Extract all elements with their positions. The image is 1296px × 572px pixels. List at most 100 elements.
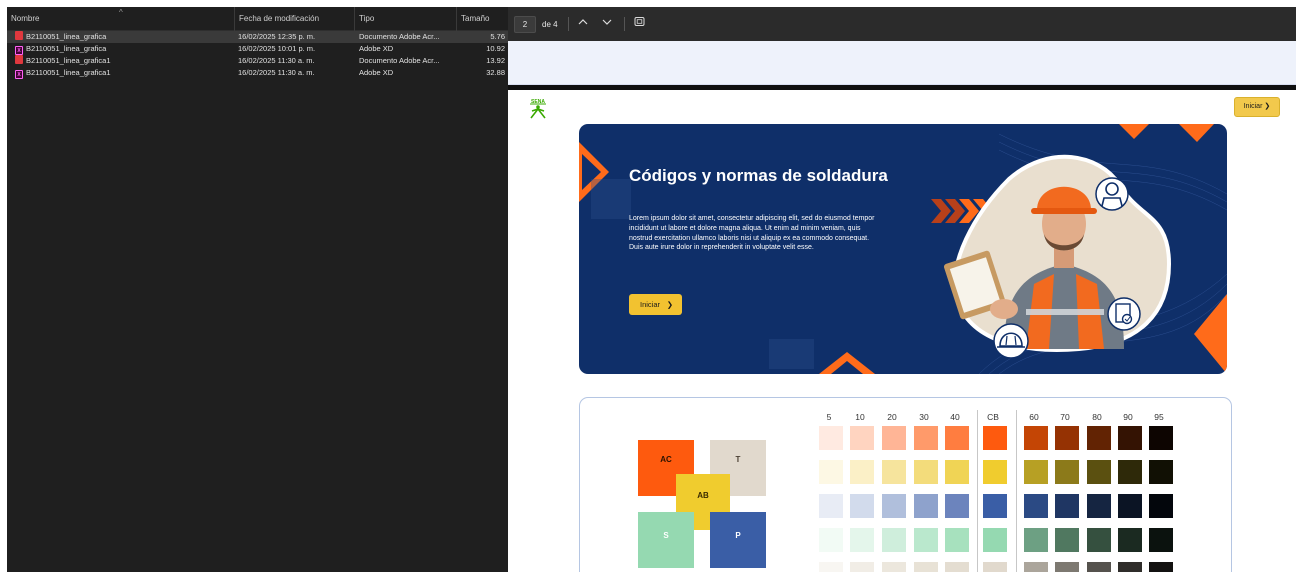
shade-header: 20 <box>887 412 897 422</box>
shade-header: 95 <box>1154 412 1164 422</box>
column-size[interactable]: Tamaño <box>457 7 508 31</box>
certificate-bubble-icon <box>1107 297 1141 331</box>
palette-divider <box>1016 410 1017 572</box>
chevron-right-icon: ❯ <box>1264 103 1271 110</box>
file-type: Documento Adobe Acr... <box>359 32 440 41</box>
previous-page-area <box>508 41 1296 85</box>
color-swatch <box>882 494 906 518</box>
color-swatch <box>983 494 1007 518</box>
file-name: B2110051_linea_grafica1 <box>26 68 111 77</box>
file-name: B2110051_linea_grafica <box>26 44 107 53</box>
xd-icon: X <box>15 70 23 79</box>
color-swatch <box>1087 426 1111 450</box>
color-swatch <box>1087 562 1111 572</box>
shade-header: CB <box>987 412 999 422</box>
file-size: 5.76 <box>490 32 505 41</box>
xd-icon: X <box>15 46 23 55</box>
color-swatch <box>945 528 969 552</box>
file-size: 10.92 <box>486 44 505 53</box>
shade-header: 40 <box>950 412 960 422</box>
color-swatch <box>1024 494 1048 518</box>
color-swatch <box>1149 562 1173 572</box>
sena-logo: SENA <box>530 99 546 119</box>
color-swatch <box>914 562 938 572</box>
color-swatch <box>1087 460 1111 484</box>
page-number-input[interactable]: 2 <box>514 16 536 33</box>
shade-header: 80 <box>1092 412 1102 422</box>
shade-header: 5 <box>826 412 832 422</box>
color-swatch <box>1087 528 1111 552</box>
color-swatch <box>819 426 843 450</box>
color-swatch <box>819 460 843 484</box>
hero-description: Lorem ipsum dolor sit amet, consectetur … <box>629 215 875 252</box>
file-type: Documento Adobe Acr... <box>359 56 440 65</box>
color-swatch <box>850 426 874 450</box>
sort-up-icon: ^ <box>119 8 123 17</box>
shade-header: 70 <box>1060 412 1070 422</box>
color-swatch <box>850 528 874 552</box>
file-row[interactable]: X B2110051_linea_grafica 16/02/2025 10:01 … <box>7 43 508 55</box>
file-size: 13.92 <box>486 56 505 65</box>
welder-bubble-icon <box>1095 177 1129 211</box>
file-row[interactable]: X B2110051_linea_grafica1 16/02/2025 11:30… <box>7 67 508 79</box>
color-swatch <box>1118 562 1142 572</box>
shade-header: 30 <box>919 412 929 422</box>
color-swatch <box>850 494 874 518</box>
color-swatch <box>882 562 906 572</box>
color-swatch <box>819 494 843 518</box>
column-date[interactable]: Fecha de modificación <box>235 7 355 31</box>
color-swatch <box>1118 494 1142 518</box>
color-swatch <box>850 562 874 572</box>
color-swatch <box>1024 460 1048 484</box>
color-swatch <box>1149 460 1173 484</box>
file-name-cell: B2110051_linea_grafica <box>15 31 235 43</box>
shade-header: 60 <box>1029 412 1039 422</box>
color-swatch <box>914 494 938 518</box>
color-swatch <box>1055 528 1079 552</box>
file-name: B2110051_linea_grafica <box>26 32 107 41</box>
column-name[interactable]: Nombre ^ <box>7 7 235 31</box>
color-swatch <box>882 460 906 484</box>
fit-page-icon[interactable] <box>630 16 648 33</box>
column-name-label: Nombre <box>11 14 40 23</box>
color-swatch <box>1118 528 1142 552</box>
page-total: de 4 <box>542 20 558 29</box>
top-start-button[interactable]: Iniciar ❯ <box>1234 97 1280 117</box>
shade-header: 90 <box>1123 412 1133 422</box>
pdf-icon <box>15 55 23 64</box>
color-swatch <box>914 528 938 552</box>
helmet-bubble-icon <box>993 323 1029 359</box>
file-row[interactable]: B2110051_linea_grafica 16/02/2025 12:35 p… <box>7 31 508 43</box>
color-swatch <box>1055 460 1079 484</box>
color-swatch <box>1118 426 1142 450</box>
color-swatch <box>1024 426 1048 450</box>
color-swatch <box>882 528 906 552</box>
page-separator <box>508 85 1296 90</box>
color-swatch <box>850 460 874 484</box>
color-swatch <box>945 562 969 572</box>
color-swatch <box>1055 494 1079 518</box>
hero-start-button[interactable]: Iniciar ❯ <box>629 294 682 315</box>
color-swatch <box>983 528 1007 552</box>
pdf-icon <box>15 31 23 40</box>
toolbar-divider <box>568 17 569 31</box>
file-row[interactable]: B2110051_linea_grafica1 16/02/2025 11:30 … <box>7 55 508 67</box>
color-swatch <box>1118 460 1142 484</box>
color-swatch <box>819 528 843 552</box>
shade-header: 10 <box>855 412 865 422</box>
file-date: 16/02/2025 12:35 p. m. <box>238 32 316 41</box>
file-name-cell: B2110051_linea_grafica1 <box>15 55 235 67</box>
chevron-down-icon[interactable] <box>598 16 616 33</box>
color-swatch <box>945 426 969 450</box>
file-date: 16/02/2025 11:30 a. m. <box>238 68 315 77</box>
color-swatch <box>945 460 969 484</box>
toolbar-divider <box>624 17 625 31</box>
color-swatch <box>1055 426 1079 450</box>
chevron-up-icon[interactable] <box>574 16 592 33</box>
hero-title: Códigos y normas de soldadura <box>629 166 888 185</box>
file-type: Adobe XD <box>359 44 394 53</box>
hero-banner: Códigos y normas de soldadura Lorem ipsu… <box>579 124 1227 374</box>
color-swatch <box>1087 494 1111 518</box>
column-type[interactable]: Tipo <box>355 7 457 31</box>
file-date: 16/02/2025 11:30 a. m. <box>238 56 315 65</box>
